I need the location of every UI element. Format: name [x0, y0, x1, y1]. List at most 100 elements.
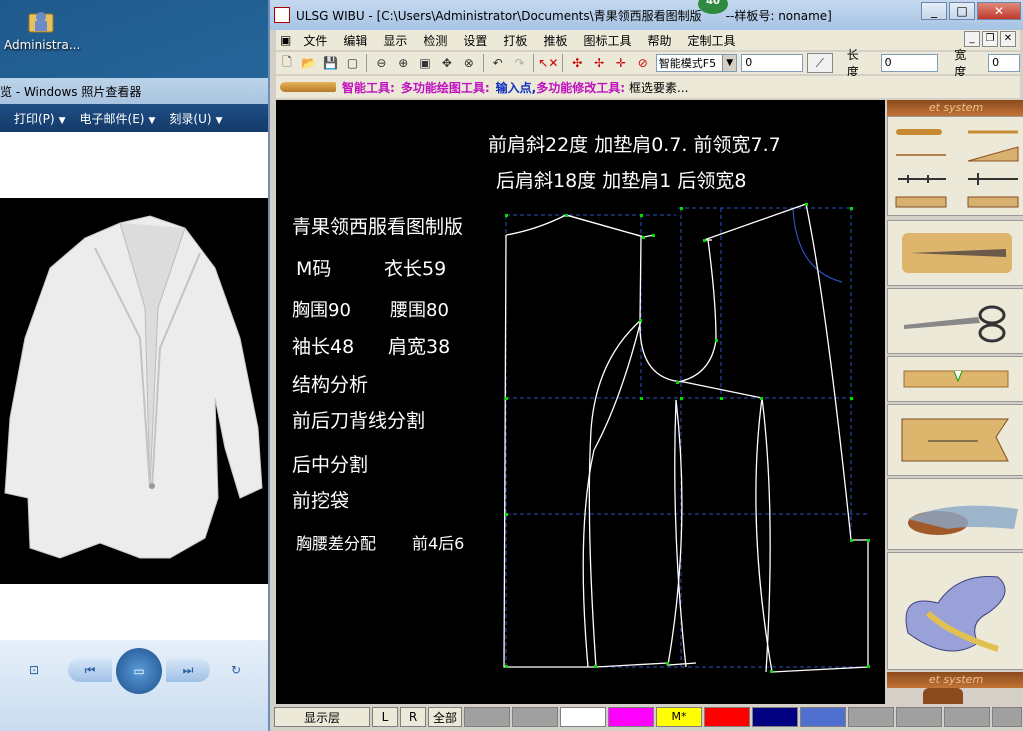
pencil-tool-icon [896, 129, 942, 135]
chevron-down-icon: ▼ [722, 55, 737, 71]
snap-tool-icon[interactable]: ✛ [610, 53, 632, 73]
color-swatch-marked[interactable]: M* [656, 707, 702, 727]
color-swatch[interactable] [512, 707, 558, 727]
color-swatch[interactable] [560, 707, 606, 727]
cad-title-suffix: --样板号: noname] [725, 8, 832, 23]
desktop-icon-label: Administra... [4, 38, 81, 52]
ruler-icon[interactable]: ⟋ [806, 53, 833, 73]
viewer-menu-burn[interactable]: 刻录(U) ▼ [169, 110, 222, 127]
viewer-menubar: 打印(P) ▼ 电子邮件(E) ▼ 刻录(U) ▼ [0, 104, 272, 132]
palette-tab[interactable] [923, 688, 963, 704]
mdi-minimize-button[interactable]: _ [964, 31, 980, 47]
fabric-tool[interactable] [887, 478, 1023, 550]
zoom-icon[interactable]: ⊡ [24, 660, 44, 680]
fit-window-icon[interactable]: ▣ [414, 53, 436, 73]
open-folder-icon[interactable]: 📂 [298, 53, 320, 73]
color-swatch[interactable] [704, 707, 750, 727]
folder-icon [26, 6, 56, 36]
align-tool-icon[interactable]: ✢ [588, 53, 610, 73]
measure-tool-icon[interactable]: ⊘ [632, 53, 654, 73]
value-field[interactable]: 0 [741, 54, 803, 72]
smart-tool-label: 智能工具: [342, 80, 395, 95]
pencil-icon[interactable] [280, 82, 336, 92]
notch-icon [903, 370, 1009, 388]
viewer-menu-print[interactable]: 打印(P) ▼ [14, 110, 66, 127]
l-button[interactable]: L [372, 707, 398, 727]
notification-badge: 40 [698, 0, 728, 14]
fabric-basket-icon [908, 505, 1018, 535]
save-icon[interactable]: 💾 [320, 53, 342, 73]
mdi-restore-button[interactable]: ❐ [982, 31, 998, 47]
menu-check[interactable]: 检测 [415, 32, 455, 49]
menu-view[interactable]: 显示 [375, 32, 415, 49]
pattern-piece-tool[interactable] [887, 404, 1023, 476]
mdi-close-button[interactable]: ✕ [1000, 31, 1016, 47]
all-button[interactable]: 全部 [428, 707, 462, 727]
viewer-menu-email[interactable]: 电子邮件(E) ▼ [80, 110, 156, 127]
menubar: ▣ 文件 编辑 显示 检测 设置 打板 推板 图标工具 帮助 定制工具 _ ❐ … [276, 30, 1020, 50]
viewer-controls: ⊡ ⏮ ▭ ⏭ ↻ [0, 640, 272, 731]
color-swatch[interactable] [848, 707, 894, 727]
mdi-icon[interactable]: ▣ [276, 33, 295, 47]
rotate-icon[interactable]: ↻ [226, 660, 246, 680]
knife-icon [902, 233, 1012, 273]
photo-viewer-window: 览 - Windows 照片查看器 打印(P) ▼ 电子邮件(E) ▼ 刻录(U) ▼… [0, 78, 272, 731]
app-icon [274, 7, 290, 23]
undo-icon[interactable]: ↶ [487, 53, 509, 73]
width-label: 宽度 [954, 48, 967, 79]
slideshow-button[interactable]: ▭ [116, 648, 162, 694]
select-hint-label: 框选要素... [629, 80, 689, 95]
menu-pattern[interactable]: 打板 [495, 32, 535, 49]
new-file-icon[interactable]: 🗋 [276, 53, 298, 73]
zoom-window-icon[interactable]: ⊗ [458, 53, 480, 73]
scissors-icon [904, 305, 1006, 343]
cad-window: ULSG WIBU - [C:\Users\Administrator\Docu… [268, 0, 1023, 731]
cad-title: ULSG WIBU - [C:\Users\Administrator\Docu… [296, 8, 702, 23]
color-swatch[interactable] [992, 707, 1022, 727]
layer-button[interactable]: 显示层 [274, 707, 370, 727]
length-field[interactable]: 0 [880, 54, 939, 72]
redo-icon[interactable]: ↷ [509, 53, 531, 73]
color-swatch[interactable] [896, 707, 942, 727]
close-button[interactable]: ✕ [977, 2, 1021, 20]
cad-titlebar: ULSG WIBU - [C:\Users\Administrator\Docu… [270, 0, 1023, 30]
r-button[interactable]: R [400, 707, 426, 727]
menu-custom-tools[interactable]: 定制工具 [679, 32, 743, 49]
color-swatch[interactable] [944, 707, 990, 727]
curve-ruler-icon [905, 576, 1006, 652]
color-swatch[interactable] [800, 707, 846, 727]
pattern-drawing [503, 203, 870, 673]
menu-edit[interactable]: 编辑 [335, 32, 375, 49]
toolbar: 🗋 📂 💾 ▢ ⊖ ⊕ ▣ ✥ ⊗ ↶ ↷ ↖✕ ✣ ✢ ✛ ⊘ 智能模式F5 ▼… [276, 48, 1020, 79]
status-bar: 显示层 L R 全部 M* [274, 706, 1023, 728]
point-tool-icon[interactable]: ✣ [566, 53, 588, 73]
next-button[interactable]: ⏭ [166, 658, 210, 682]
previous-button[interactable]: ⏮ [68, 658, 112, 682]
menu-icon-tools[interactable]: 图标工具 [575, 32, 639, 49]
compass-tool-icon [898, 175, 946, 183]
notch-tool[interactable] [887, 356, 1023, 402]
width-field[interactable]: 0 [988, 54, 1020, 72]
desktop-icon-administrator[interactable]: Administra... [4, 4, 81, 52]
color-swatch[interactable] [752, 707, 798, 727]
maximize-button[interactable]: □ [949, 2, 975, 20]
mode-select[interactable]: 智能模式F5 ▼ [655, 54, 738, 72]
drawing-canvas[interactable]: 前肩斜22度 加垫肩0.7. 前领宽7.7 后肩斜18度 加垫肩1 后领宽8 青… [276, 100, 885, 704]
menu-grading[interactable]: 推板 [535, 32, 575, 49]
menu-help[interactable]: 帮助 [639, 32, 679, 49]
knife-tool[interactable] [887, 220, 1023, 286]
menu-settings[interactable]: 设置 [455, 32, 495, 49]
scissors-tool[interactable] [887, 288, 1023, 354]
color-swatch[interactable] [608, 707, 654, 727]
color-swatch[interactable] [464, 707, 510, 727]
frame-icon[interactable]: ▢ [342, 53, 364, 73]
zoom-out-icon[interactable]: ⊖ [370, 53, 392, 73]
zoom-in-icon[interactable]: ⊕ [392, 53, 414, 73]
modify-tool-label: 多功能修改工具: [536, 80, 625, 95]
pan-icon[interactable]: ✥ [436, 53, 458, 73]
palette-header: et system [887, 100, 1023, 116]
menu-file[interactable]: 文件 [295, 32, 335, 49]
minimize-button[interactable]: _ [921, 2, 947, 20]
curve-ruler-tool[interactable] [887, 552, 1023, 670]
delete-element-icon[interactable]: ↖✕ [537, 53, 559, 73]
